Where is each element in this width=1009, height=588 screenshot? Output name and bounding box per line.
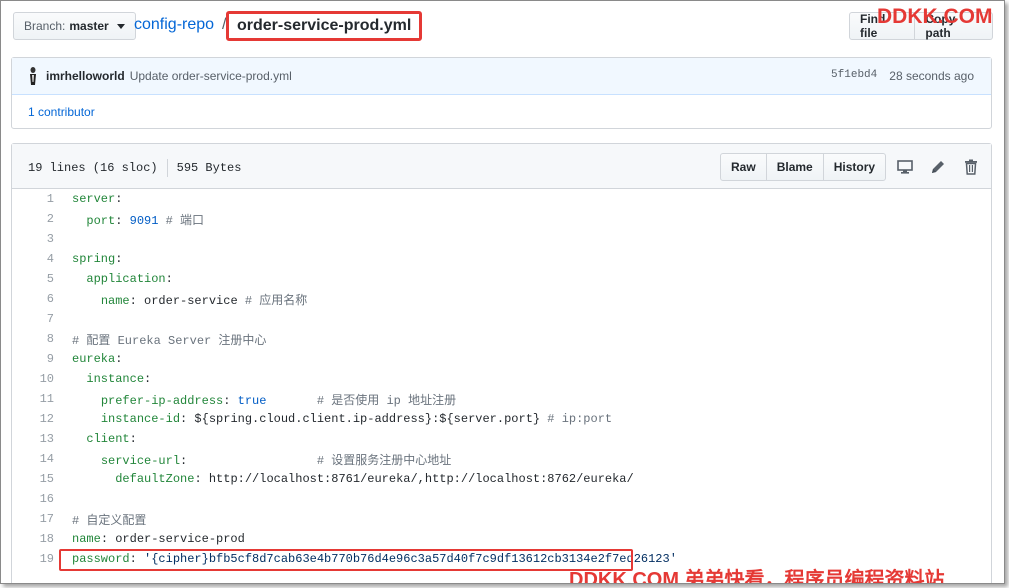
- line-number[interactable]: 2: [12, 212, 72, 226]
- line-number[interactable]: 17: [12, 512, 72, 526]
- code-text: # 自定义配置: [72, 513, 147, 528]
- blame-button[interactable]: Blame: [765, 153, 824, 181]
- code-line: 17 # 自定义配置: [12, 509, 991, 529]
- code-text: instance-id: ${spring.cloud.client.ip-ad…: [100, 412, 613, 426]
- code-line: 8 # 配置 Eureka Server 注册中心: [12, 329, 991, 349]
- code-line: 5 application:: [12, 269, 991, 289]
- branch-label: Branch:: [24, 19, 66, 33]
- commit-message-link[interactable]: Update order-service-prod.yml: [130, 69, 292, 83]
- code-line: 3: [12, 229, 991, 249]
- file-info: 19 lines (16 sloc) 595 Bytes: [28, 159, 241, 177]
- code-text: name: order-service-prod: [72, 532, 245, 546]
- commit-header: imrhelloworld Update order-service-prod.…: [12, 58, 991, 95]
- breadcrumb-file-name: order-service-prod.yml: [237, 17, 412, 34]
- contributors-link[interactable]: 1 contributor: [28, 105, 95, 119]
- line-number[interactable]: 15: [12, 472, 72, 486]
- code-line: 9 eureka:: [12, 349, 991, 369]
- watermark-banner-bottom: DDKK.COM 弟弟快看，程序员编程资料站: [569, 569, 945, 584]
- file-navigation: Branch: master config-repo / order-servi…: [11, 11, 993, 43]
- code-text: # 配置 Eureka Server 注册中心: [72, 333, 267, 348]
- code-text: instance:: [86, 372, 152, 386]
- code-line: 10 instance:: [12, 369, 991, 389]
- breadcrumb-repo-link[interactable]: config-repo: [134, 16, 214, 34]
- code-line: 18 name: order-service-prod: [12, 529, 991, 549]
- code-line: 16: [12, 489, 991, 509]
- desktop-icon[interactable]: [888, 153, 921, 181]
- window-frame: Branch: master config-repo / order-servi…: [0, 0, 1005, 584]
- file-actions: Raw Blame History: [720, 153, 987, 181]
- avatar[interactable]: [28, 66, 38, 86]
- line-number[interactable]: 3: [12, 232, 72, 246]
- code-text: service-url: # 设置服务注册中心地址: [100, 453, 452, 468]
- code-text: spring:: [72, 252, 123, 266]
- code-line: 15 defaultZone: http://localhost:8761/eu…: [12, 469, 991, 489]
- line-number[interactable]: 11: [12, 392, 72, 406]
- code-text: defaultZone: http://localhost:8761/eurek…: [115, 472, 634, 486]
- branch-select-button[interactable]: Branch: master: [13, 12, 136, 40]
- commit-time: 28 seconds ago: [889, 69, 974, 83]
- raw-button[interactable]: Raw: [720, 153, 767, 181]
- line-number[interactable]: 8: [12, 332, 72, 346]
- commit-tease: imrhelloworld Update order-service-prod.…: [11, 57, 992, 129]
- commit-author-link[interactable]: imrhelloworld: [46, 69, 125, 83]
- line-number[interactable]: 14: [12, 452, 72, 466]
- commit-sha-link[interactable]: 5f1ebd4: [831, 69, 877, 83]
- code-line: 2 port: 9091 # 端口: [12, 209, 991, 229]
- file-info-divider: [166, 159, 168, 177]
- code-text: server:: [72, 192, 123, 206]
- line-number[interactable]: 13: [12, 432, 72, 446]
- pencil-icon[interactable]: [921, 153, 954, 181]
- password-line-highlight: [59, 549, 633, 571]
- breadcrumb-file-highlight: order-service-prod.yml: [226, 11, 423, 41]
- line-number[interactable]: 12: [12, 412, 72, 426]
- code-line: 4 spring:: [12, 249, 991, 269]
- code-line: 12 instance-id: ${spring.cloud.client.ip…: [12, 409, 991, 429]
- history-button[interactable]: History: [822, 153, 887, 181]
- commit-meta: 5f1ebd4 28 seconds ago: [831, 69, 974, 83]
- line-number[interactable]: 9: [12, 352, 72, 366]
- line-number[interactable]: 1: [12, 192, 72, 206]
- line-number[interactable]: 10: [12, 372, 72, 386]
- line-number[interactable]: 6: [12, 292, 72, 306]
- trash-icon[interactable]: [954, 153, 987, 181]
- line-number[interactable]: 16: [12, 492, 72, 506]
- file-viewer: 19 lines (16 sloc) 595 Bytes Raw Blame H…: [11, 143, 992, 583]
- code-line: 6 name: order-service # 应用名称: [12, 289, 991, 309]
- code-text: client:: [86, 432, 137, 446]
- chevron-down-icon: [116, 23, 125, 29]
- line-number[interactable]: 4: [12, 252, 72, 266]
- code-text: port: 9091 # 端口: [86, 213, 205, 228]
- file-view-buttons: Raw Blame History: [720, 153, 887, 181]
- line-number[interactable]: 18: [12, 532, 72, 546]
- code-line: 13 client:: [12, 429, 991, 449]
- code-line: 7: [12, 309, 991, 329]
- file-size: 595 Bytes: [176, 161, 242, 175]
- code-line: 14 service-url: # 设置服务注册中心地址: [12, 449, 991, 469]
- code-line: 1 server:: [12, 189, 991, 209]
- code-text: name: order-service # 应用名称: [100, 293, 308, 308]
- watermark-logo-top: DDKK.COM: [877, 5, 993, 28]
- line-number[interactable]: 7: [12, 312, 72, 326]
- code-text: prefer-ip-address: true # 是否使用 ip 地址注册: [100, 393, 457, 408]
- branch-value: master: [69, 19, 109, 33]
- file-header: 19 lines (16 sloc) 595 Bytes Raw Blame H…: [12, 144, 991, 189]
- line-number[interactable]: 5: [12, 272, 72, 286]
- code-line: 11 prefer-ip-address: true # 是否使用 ip 地址注…: [12, 389, 991, 409]
- contributors-bar: 1 contributor: [12, 95, 991, 129]
- code-view: 1 server: 2 port: 9091 # 端口 3 4 spring: 5 …: [12, 189, 991, 569]
- code-text: eureka:: [72, 352, 123, 366]
- file-line-count: 19 lines (16 sloc): [28, 161, 158, 175]
- code-text: application:: [86, 272, 173, 286]
